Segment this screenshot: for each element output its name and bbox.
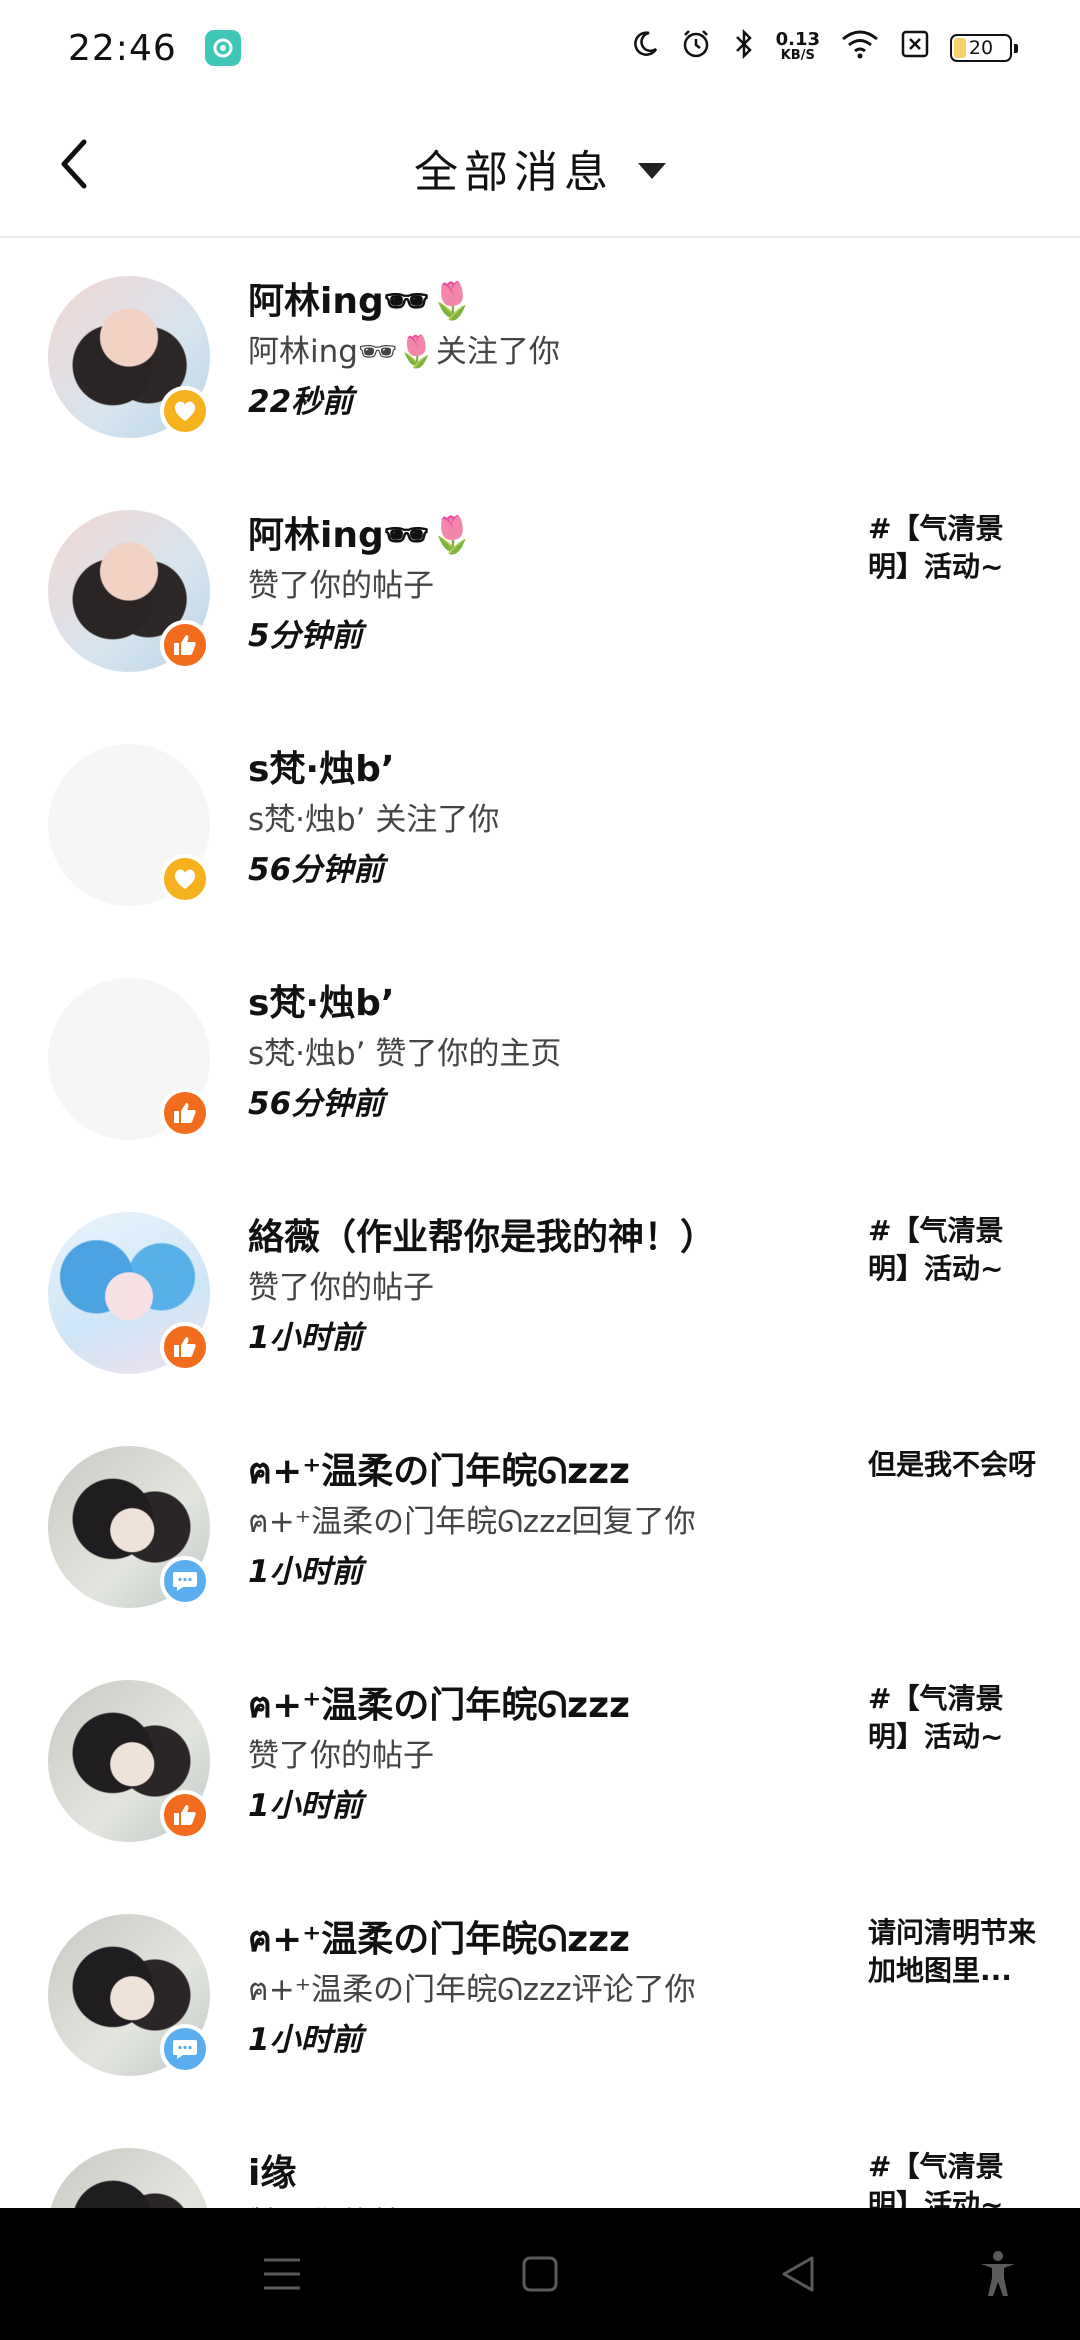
like-icon [160, 620, 210, 670]
message-time: 56分钟前 [248, 1086, 385, 1122]
moon-icon [630, 29, 660, 67]
message-item[interactable]: ฅ+⁺温柔の门年皖ᘏzzz ฅ+⁺温柔の门年皖ᘏzzz回复了你 1小时前 但是我… [0, 1408, 1080, 1642]
sender-name: s梵·烛b’ [248, 749, 395, 790]
network-speed-unit: KB/S [780, 48, 815, 63]
system-nav-bar [0, 2208, 1080, 2340]
sender-name: ฅ+⁺温柔の门年皖ᘏzzz [248, 1685, 630, 1726]
message-action: s梵·烛b’ 赞了你的主页 [248, 1036, 562, 1072]
comment-icon [160, 1556, 210, 1606]
post-snippet: #【气清景明】活动~ [868, 512, 1004, 583]
message-action: 阿林ing🕶🌷关注了你 [248, 334, 560, 370]
message-item[interactable]: 阿林ing🕶🌷 阿林ing🕶🌷关注了你 22秒前 [0, 238, 1080, 472]
bluetooth-icon [732, 28, 756, 68]
triangle-back-icon [782, 2256, 814, 2292]
message-list: 阿林ing🕶🌷 阿林ing🕶🌷关注了你 22秒前 阿林ing🕶🌷 赞了你的帖子 … [0, 238, 1080, 2208]
message-time: 1小时前 [248, 1320, 363, 1356]
sender-name: s梵·烛b’ [248, 983, 395, 1024]
post-snippet: 但是我不会呀 [868, 1448, 1037, 1481]
message-item[interactable]: ฅ+⁺温柔の门年皖ᘏzzz 赞了你的帖子 1小时前 #【气清景明】活动~ [0, 1642, 1080, 1876]
like-icon [160, 1088, 210, 1138]
wifi-icon [840, 29, 880, 67]
message-action: 赞了你的帖子 [248, 2198, 434, 2208]
message-item[interactable]: 阿林ing🕶🌷 赞了你的帖子 5分钟前 #【气清景明】活动~ [0, 472, 1080, 706]
header: 全部消息 [0, 96, 1080, 238]
message-filter-dropdown[interactable]: 全部消息 [0, 136, 1080, 200]
sender-name: 阿林ing🕶🌷 [248, 515, 475, 556]
menu-icon [264, 2258, 300, 2290]
sender-name: ฅ+⁺温柔の门年皖ᘏzzz [248, 1451, 630, 1492]
message-action: s梵·烛b’ 关注了你 [248, 802, 500, 838]
caret-down-icon [638, 163, 666, 179]
message-action: ฅ+⁺温柔の门年皖ᘏzzz回复了你 [248, 1504, 696, 1540]
post-snippet: 请问清明节来加地图里... [868, 1916, 1037, 1987]
sender-name: 絡薇（作业帮你是我的神！） [248, 1217, 717, 1258]
post-snippet: #【气清景明】活动~ [868, 1682, 1004, 1753]
network-speed: 0.13 KB/S [775, 29, 820, 64]
accessibility-button[interactable] [968, 2244, 1028, 2304]
status-time: 22:46 [68, 27, 177, 69]
comment-icon [160, 2024, 210, 2074]
home-button[interactable] [510, 2244, 570, 2304]
message-time: 22秒前 [248, 384, 354, 420]
back-nav-button[interactable] [768, 2244, 828, 2304]
sender-name: i缘 [248, 2153, 297, 2194]
message-item[interactable]: ฅ+⁺温柔の门年皖ᘏzzz ฅ+⁺温柔の门年皖ᘏzzz评论了你 1小时前 请问清… [0, 1876, 1080, 2110]
network-speed-value: 0.13 [775, 29, 820, 50]
status-icons: 0.13 KB/S 20 [630, 28, 1018, 68]
like-icon [160, 1790, 210, 1840]
message-action: 赞了你的帖子 [248, 1270, 434, 1306]
page-title: 全部消息 [414, 147, 614, 198]
accessibility-icon [981, 2251, 1015, 2296]
sender-name: 阿林ing🕶🌷 [248, 281, 475, 322]
battery-level-text: 20 [968, 37, 994, 59]
status-bar: 22:46 0.13 KB/S 20 [0, 0, 1080, 96]
sim-off-icon [900, 29, 930, 67]
message-item[interactable]: i缘 赞了你的帖子 #【气清景明】活动~ [0, 2110, 1080, 2208]
heart-icon [160, 386, 210, 436]
battery-icon: 20 [950, 34, 1018, 62]
message-time: 1小时前 [248, 2022, 363, 2058]
heart-icon [160, 854, 210, 904]
message-time: 56分钟前 [248, 852, 385, 888]
post-snippet: #【气清景明】活动~ [868, 1214, 1004, 1285]
message-action: 赞了你的帖子 [248, 1738, 434, 1774]
sender-name: ฅ+⁺温柔の门年皖ᘏzzz [248, 1919, 630, 1960]
message-item[interactable]: 絡薇（作业帮你是我的神！） 赞了你的帖子 1小时前 #【气清景明】活动~ [0, 1174, 1080, 1408]
message-action: 赞了你的帖子 [248, 568, 434, 604]
message-time: 1小时前 [248, 1788, 363, 1824]
message-item[interactable]: s梵·烛b’ s梵·烛b’ 赞了你的主页 56分钟前 [0, 940, 1080, 1174]
menu-button[interactable] [252, 2244, 312, 2304]
post-snippet: #【气清景明】活动~ [868, 2150, 1004, 2208]
square-icon [522, 2256, 558, 2292]
avatar[interactable] [48, 2148, 210, 2208]
message-time: 5分钟前 [248, 618, 363, 654]
app-notification-icon [204, 30, 241, 66]
like-icon [160, 1322, 210, 1372]
message-item[interactable]: s梵·烛b’ s梵·烛b’ 关注了你 56分钟前 [0, 706, 1080, 940]
message-action: ฅ+⁺温柔の门年皖ᘏzzz评论了你 [248, 1972, 696, 2008]
alarm-icon [680, 28, 712, 68]
message-time: 1小时前 [248, 1554, 363, 1590]
